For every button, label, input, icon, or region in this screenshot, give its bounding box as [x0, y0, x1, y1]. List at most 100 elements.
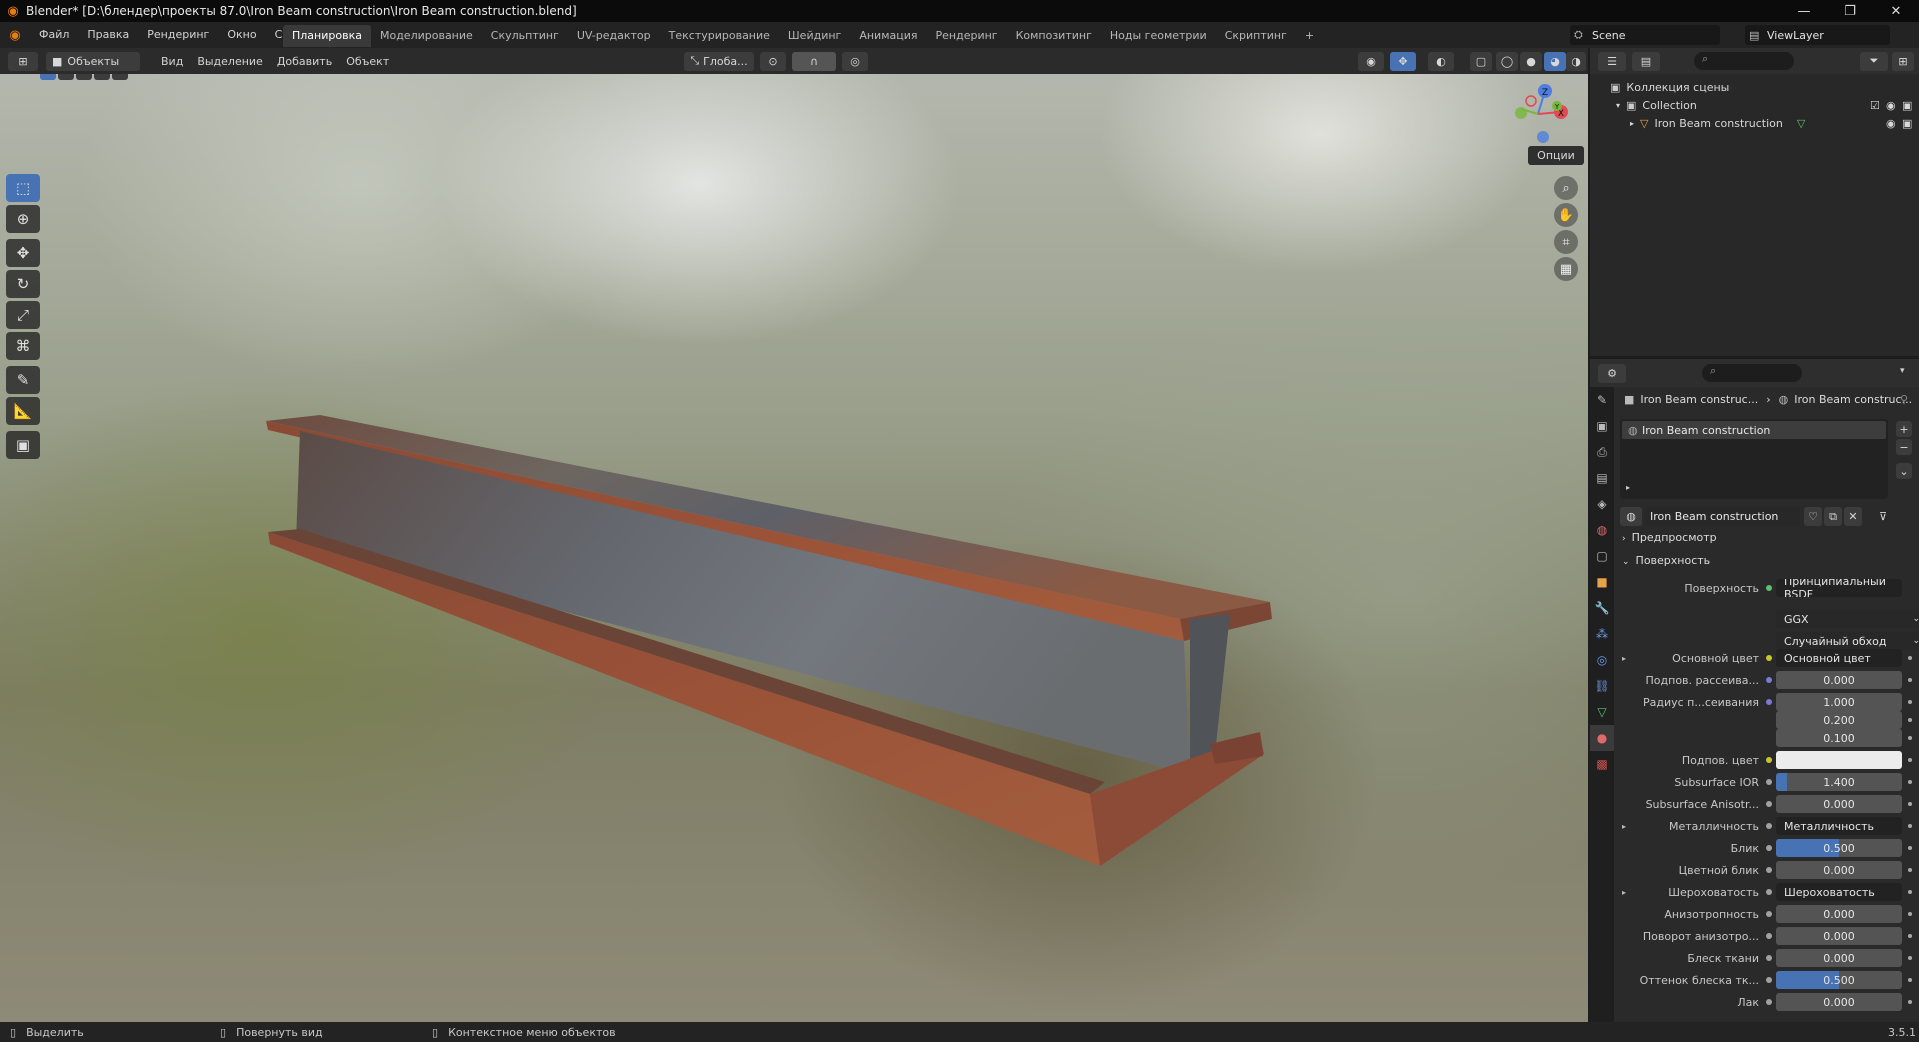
- keyframe-dot-icon[interactable]: [1908, 868, 1912, 872]
- duplicate-material-button[interactable]: ⧉: [1824, 507, 1842, 526]
- expand-input-icon[interactable]: ▸: [1622, 822, 1626, 831]
- node-link-button[interactable]: ⊽: [1870, 507, 1896, 526]
- workspace-tab-5[interactable]: Шейдинг: [779, 25, 850, 47]
- unlink-material-button[interactable]: ✕: [1844, 507, 1862, 526]
- material-slot-item[interactable]: ◍ Iron Beam construction: [1622, 421, 1886, 439]
- collection-tab-icon[interactable]: ▢: [1590, 543, 1614, 569]
- workspace-tab-9[interactable]: Ноды геометрии: [1101, 25, 1216, 47]
- gizmo-toggle-button[interactable]: ✥: [1390, 51, 1416, 71]
- scene-tab-icon[interactable]: ◈: [1590, 491, 1614, 517]
- linked-input-field[interactable]: Шероховатость: [1776, 883, 1902, 901]
- surface-shader-selector[interactable]: Принципиальный BSDF: [1776, 579, 1902, 597]
- world-tab-icon[interactable]: ◍: [1590, 517, 1614, 543]
- display-mode-button[interactable]: ▤: [1632, 51, 1660, 71]
- view-layer-selector[interactable]: ▤ ViewLayer: [1745, 25, 1890, 45]
- input-socket-icon[interactable]: [1766, 977, 1772, 983]
- add-workspace-button[interactable]: +: [1296, 25, 1323, 47]
- material-name-field[interactable]: Iron Beam construction: [1644, 507, 1800, 526]
- outliner-filter-button[interactable]: ⏷: [1860, 51, 1888, 71]
- distribution-dropdown[interactable]: GGX ⌄: [1776, 610, 1919, 628]
- collection-camera-icon[interactable]: ▣: [1902, 99, 1912, 112]
- output-tab-icon[interactable]: ⎙: [1590, 439, 1614, 465]
- keyframe-dot-icon[interactable]: [1908, 718, 1912, 722]
- menu-edit[interactable]: Правка: [78, 22, 138, 48]
- input-socket-icon[interactable]: [1766, 823, 1772, 829]
- viewport-menu-select[interactable]: Выделение: [190, 55, 270, 68]
- input-socket-icon[interactable]: [1766, 845, 1772, 851]
- panel-preview-header[interactable]: › Предпросмотр: [1622, 531, 1717, 544]
- numeric-input-field[interactable]: 1.400: [1776, 773, 1902, 791]
- numeric-input-field[interactable]: 0.100: [1776, 729, 1902, 747]
- numeric-input-field[interactable]: 0.000: [1776, 949, 1902, 967]
- slot-expand-icon[interactable]: ▸: [1626, 483, 1630, 492]
- workspace-tab-10[interactable]: Скриптинг: [1216, 25, 1296, 47]
- numeric-input-field[interactable]: 0.000: [1776, 671, 1902, 689]
- outliner-search-input[interactable]: ⌕: [1694, 52, 1794, 70]
- view-layer-tab-icon[interactable]: ▤: [1590, 465, 1614, 491]
- iron-beam-model[interactable]: [0, 74, 1588, 1022]
- keyframe-dot-icon[interactable]: [1908, 656, 1912, 660]
- keyframe-dot-icon[interactable]: [1908, 978, 1912, 982]
- fake-user-button[interactable]: ♡: [1804, 507, 1822, 526]
- keyframe-dot-icon[interactable]: [1908, 890, 1912, 894]
- shading-rendered-button[interactable]: ◑: [1566, 51, 1586, 71]
- tool-tab-icon[interactable]: ✎: [1590, 387, 1614, 413]
- linked-input-field[interactable]: Основной цвет: [1776, 649, 1902, 667]
- workspace-tab-4[interactable]: Текстурирование: [660, 25, 779, 47]
- physics-tab-icon[interactable]: ◎: [1590, 647, 1614, 673]
- input-socket-icon[interactable]: [1766, 779, 1772, 785]
- input-socket-icon[interactable]: [1766, 757, 1772, 763]
- keyframe-dot-icon[interactable]: [1908, 824, 1912, 828]
- outliner-row-scene-collection[interactable]: ▣ Коллекция сцены: [1590, 78, 1919, 96]
- minimize-button[interactable]: —: [1781, 0, 1827, 22]
- input-socket-icon[interactable]: [1766, 955, 1772, 961]
- particles-tab-icon[interactable]: ⁂: [1590, 621, 1614, 647]
- workspace-tab-3[interactable]: UV-редактор: [568, 25, 660, 47]
- keyframe-dot-icon[interactable]: [1908, 736, 1912, 740]
- 3d-viewport[interactable]: Опции ⬚ ⊕ ✥ ↻ ⤢ ⌘ ✎ 📐 ▣ Z X Y ⌕ ✋ ⌗ ▦: [0, 74, 1588, 1022]
- keyframe-dot-icon[interactable]: [1908, 780, 1912, 784]
- pin-icon[interactable]: ⚲: [1900, 393, 1908, 406]
- workspace-tab-7[interactable]: Рендеринг: [927, 25, 1007, 47]
- xray-button[interactable]: ▢: [1470, 51, 1492, 71]
- numeric-input-field[interactable]: 0.000: [1776, 993, 1902, 1011]
- workspace-tab-8[interactable]: Композитинг: [1007, 25, 1101, 47]
- input-socket-icon[interactable]: [1766, 999, 1772, 1005]
- proportional-edit-button[interactable]: ◎: [842, 51, 868, 71]
- outliner-row-collection[interactable]: ▾ ▣ Collection ☑ ◉ ▣: [1590, 96, 1919, 114]
- input-socket-icon[interactable]: [1766, 801, 1772, 807]
- remove-slot-button[interactable]: −: [1896, 439, 1912, 455]
- blender-menu-icon[interactable]: ◉: [0, 28, 30, 43]
- mesh-data-icon[interactable]: ▽: [1797, 117, 1805, 130]
- shading-solid-button[interactable]: ●: [1520, 51, 1542, 71]
- color-swatch-field[interactable]: [1776, 751, 1902, 769]
- browse-material-button[interactable]: ◍: [1620, 507, 1642, 526]
- overlays-button[interactable]: ◐: [1428, 51, 1454, 71]
- linked-input-field[interactable]: Металличность: [1776, 817, 1902, 835]
- input-socket-icon[interactable]: [1766, 889, 1772, 895]
- visibility-button[interactable]: ◉: [1358, 51, 1384, 71]
- expand-triangle-icon[interactable]: ▸: [1630, 119, 1634, 128]
- viewport-menu-object[interactable]: Объект: [339, 55, 396, 68]
- texture-tab-icon[interactable]: ▩: [1590, 751, 1614, 777]
- snap-toggle-button[interactable]: ∩: [792, 51, 836, 71]
- keyframe-dot-icon[interactable]: [1908, 678, 1912, 682]
- numeric-input-field[interactable]: 0.000: [1776, 861, 1902, 879]
- input-socket-icon[interactable]: [1766, 677, 1772, 683]
- numeric-input-field[interactable]: 0.500: [1776, 971, 1902, 989]
- scene-selector[interactable]: ⛭ Scene: [1570, 25, 1720, 45]
- expand-input-icon[interactable]: ▸: [1622, 888, 1626, 897]
- workspace-tab-0[interactable]: Планировка: [283, 25, 371, 47]
- input-socket-icon[interactable]: [1766, 867, 1772, 873]
- material-slots-list[interactable]: ◍ Iron Beam construction ▸: [1620, 419, 1888, 499]
- keyframe-dot-icon[interactable]: [1908, 934, 1912, 938]
- numeric-input-field[interactable]: 0.000: [1776, 795, 1902, 813]
- slot-specials-button[interactable]: ⌄: [1896, 463, 1912, 479]
- collection-eye-icon[interactable]: ◉: [1886, 99, 1896, 112]
- keyframe-dot-icon[interactable]: [1908, 846, 1912, 850]
- outliner-editor-type-button[interactable]: ☰: [1598, 51, 1626, 71]
- keyframe-dot-icon[interactable]: [1908, 956, 1912, 960]
- scene-name[interactable]: Scene: [1592, 29, 1626, 42]
- numeric-input-field[interactable]: 1.000: [1776, 693, 1902, 711]
- modifier-tab-icon[interactable]: 🔧: [1590, 595, 1614, 621]
